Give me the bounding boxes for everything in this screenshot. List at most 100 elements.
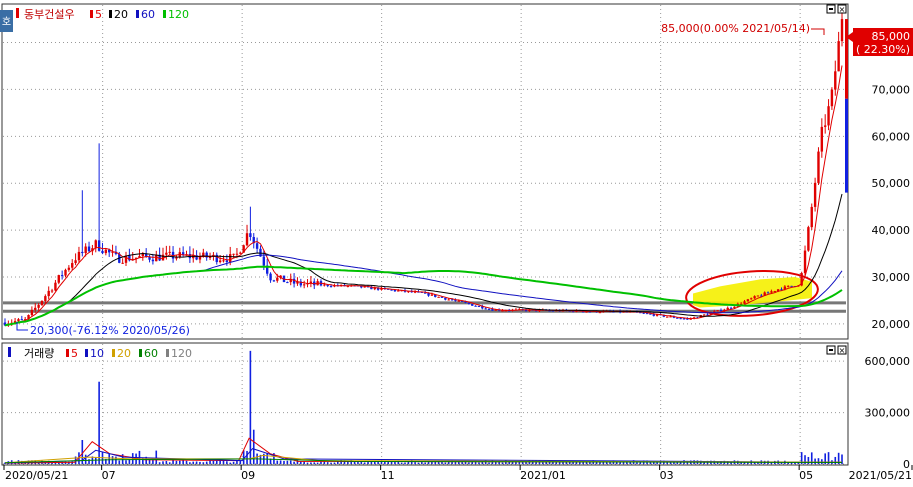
volume-bar — [421, 462, 423, 464]
candle-body — [54, 282, 57, 291]
volume-bar — [289, 460, 292, 464]
volume-bar — [115, 456, 117, 464]
candle-body — [50, 290, 54, 292]
volume-bar — [814, 458, 816, 464]
volume-bar — [615, 462, 618, 464]
candle-body — [397, 290, 400, 292]
candle-body — [77, 251, 81, 261]
candle-body — [67, 267, 71, 270]
volume-bar — [175, 460, 178, 464]
candle-body — [87, 246, 91, 252]
volume-bar — [821, 459, 823, 464]
legend-swatch — [136, 10, 139, 18]
candle-body — [447, 299, 450, 301]
volume-bar — [155, 450, 158, 464]
candle-body — [810, 206, 813, 228]
current-day-bar — [845, 19, 848, 99]
legend-swatch — [112, 349, 115, 357]
candle-body — [302, 284, 306, 286]
candle-body — [245, 233, 249, 246]
volume-bar — [293, 461, 295, 464]
volume-bar — [542, 462, 544, 464]
candle-body — [454, 300, 457, 302]
legend-label: 20 — [114, 8, 128, 21]
candle-body — [71, 263, 74, 268]
candle-body — [756, 295, 760, 297]
chart-canvas: 80,00070,00060,00050,00040,00030,00020,0… — [0, 0, 913, 483]
candle-body — [97, 240, 101, 251]
candle-body — [679, 318, 682, 320]
volume-bar — [300, 461, 302, 464]
price-tick-label: 60,000 — [872, 130, 911, 143]
volume-bar — [468, 462, 470, 464]
volume-bar — [461, 462, 463, 464]
x-tick-label: 2021/05/21 — [849, 469, 912, 482]
candle-body — [239, 252, 242, 254]
legend-label: 5 — [71, 347, 78, 360]
volume-bar — [367, 461, 369, 464]
current-change: ( 22.30%) — [856, 43, 910, 56]
candle-body — [830, 89, 834, 107]
volume-bar — [279, 460, 282, 464]
volume-bar — [205, 461, 208, 464]
legend-label: 60 — [144, 347, 158, 360]
volume-bar — [276, 460, 279, 464]
candle-body — [20, 319, 24, 321]
volume-bar — [394, 461, 396, 464]
candle-body — [44, 296, 47, 302]
maximize-icon — [829, 349, 833, 351]
stock-name: 동부건설우 — [24, 8, 75, 21]
candle-body — [121, 262, 124, 264]
price-tick-label: 30,000 — [872, 271, 911, 284]
candle-body — [17, 319, 20, 322]
candle-body — [487, 309, 491, 311]
candle-body — [729, 307, 733, 309]
candle-body — [743, 301, 746, 304]
volume-bar — [303, 461, 305, 464]
volume-bar — [192, 461, 195, 464]
volume-bar — [306, 462, 309, 464]
maximize-icon — [829, 8, 833, 10]
volume-bar — [555, 462, 558, 464]
volume-bar — [582, 462, 584, 464]
volume-bar — [108, 453, 111, 464]
candle-body — [329, 286, 333, 288]
candle-body — [104, 249, 108, 254]
candle-body — [94, 240, 97, 249]
volume-bar — [326, 462, 329, 464]
volume-bar — [249, 350, 252, 464]
volume-bar — [636, 462, 638, 464]
candle-body — [232, 253, 235, 255]
volume-bar — [232, 461, 235, 464]
candle-body — [746, 299, 750, 302]
volume-bar — [209, 460, 211, 464]
candle-body — [750, 298, 753, 300]
candle-body — [484, 308, 487, 310]
volume-tick-label: 300,000 — [865, 407, 911, 420]
price-tick-label: 20,000 — [872, 318, 911, 331]
volume-bar — [471, 461, 474, 464]
candle-body — [276, 277, 279, 281]
volume-bar — [511, 461, 514, 464]
candle-body — [474, 305, 477, 307]
candle-body — [60, 275, 64, 277]
candle-body — [168, 251, 171, 253]
candle-body — [74, 260, 77, 264]
candle-body — [457, 300, 460, 302]
volume-title: 거래량 — [24, 347, 54, 360]
candle-body — [790, 285, 793, 287]
candle-body — [766, 292, 770, 294]
volume-bar — [222, 460, 225, 464]
volume-bar — [589, 462, 591, 464]
volume-bar — [417, 462, 420, 464]
volume-legend-marker — [8, 347, 11, 357]
volume-bar — [189, 462, 191, 464]
legend-swatch — [166, 349, 169, 357]
x-tick-label: 11 — [381, 469, 395, 482]
volume-bar — [316, 462, 319, 464]
candle-body — [834, 71, 837, 90]
legend-swatch — [139, 349, 142, 357]
candle-body — [719, 310, 723, 312]
candle-body — [753, 296, 756, 299]
candle-body — [837, 41, 840, 72]
